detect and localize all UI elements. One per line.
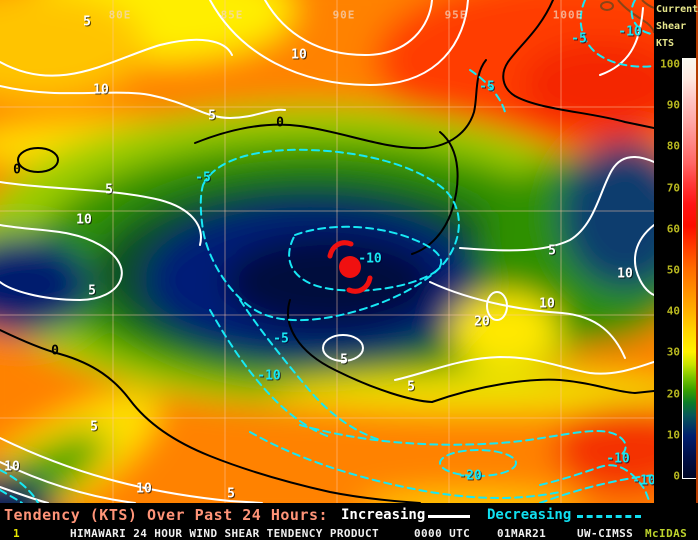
contour-label: 20 (474, 316, 490, 329)
shear-tendency-map[interactable]: 80E 85E 90E 95E 100E 5 10 10 5 5 10 5 5 5 5 10 10 20 10 10… (0, 0, 654, 503)
longitude-label: 95E (445, 9, 468, 22)
contour-label: -5 (195, 172, 211, 185)
colorbar-tick: 80 (654, 140, 680, 153)
colorbar-tick: 20 (654, 387, 680, 400)
colorbar-tick: 70 (654, 181, 680, 194)
colorbar-tick: 40 (654, 305, 680, 318)
increasing-line-sample (428, 515, 470, 518)
colorbar-title-line1: Current (656, 4, 698, 15)
colorbar-tick: 90 (654, 99, 680, 112)
colorbar-tick: 10 (654, 428, 680, 441)
contour-label: -10 (257, 370, 280, 383)
contour-label: 0 (13, 164, 21, 177)
product-date: 01MAR21 (497, 527, 546, 540)
contour-label: 10 (93, 84, 109, 97)
mcidas-wind-shear-screen: 80E85E90E95E100E 51010551055551010201010… (0, 0, 698, 540)
decreasing-label: Decreasing (487, 507, 571, 523)
longitude-label: 90E (333, 9, 356, 22)
longitude-label: 85E (221, 9, 244, 22)
contour-label: 10 (4, 461, 20, 474)
contour-label: -10 (618, 26, 641, 39)
contour-label: 5 (83, 16, 91, 29)
colorbar-tick: 100 (654, 58, 680, 71)
legend-bar: Tendency (KTS) Over Past 24 Hours: Incre… (0, 503, 698, 525)
contour-label: 5 (340, 354, 348, 367)
contour-label: -20 (458, 470, 481, 483)
frame-number: 1 (13, 527, 20, 540)
product-time: 0000 UTC (414, 527, 470, 540)
contour-label: 5 (227, 488, 235, 501)
contour-label: -10 (606, 453, 629, 466)
contour-label: 10 (617, 268, 633, 281)
contour-label: -5 (273, 333, 289, 346)
contour-label: 10 (76, 214, 92, 227)
shear-colorbar (682, 58, 696, 479)
status-bar: 1 HIMAWARI 24 HOUR WIND SHEAR TENDENCY P… (0, 525, 698, 540)
contour-label: 5 (88, 285, 96, 298)
longitude-label: 80E (109, 9, 132, 22)
contour-label: 5 (548, 245, 556, 258)
colorbar-tick: 60 (654, 222, 680, 235)
contour-label: -10 (358, 253, 381, 266)
contour-label: 0 (51, 345, 59, 358)
colorbar-title-line2: Shear (656, 21, 686, 32)
contour-label: 5 (90, 421, 98, 434)
mcidas-label: McIDAS (645, 527, 687, 540)
colorbar-title-line3: KTS (656, 38, 674, 49)
tendency-label: Tendency (KTS) Over Past 24 Hours: (4, 506, 328, 524)
contour-label: 10 (291, 49, 307, 62)
contour-label: 10 (539, 298, 555, 311)
product-source: UW-CIMSS (577, 527, 633, 540)
product-title: HIMAWARI 24 HOUR WIND SHEAR TENDENCY PRO… (70, 527, 379, 540)
colorbar-tick: 0 (654, 470, 680, 483)
longitude-label: 100E (553, 9, 584, 22)
increasing-label: Increasing (341, 507, 425, 523)
contour-label: 5 (105, 184, 113, 197)
colorbar-panel: Current Shear KTS 1009080706050403020100 (654, 0, 698, 503)
contour-label: 0 (276, 117, 284, 130)
colorbar-tick: 30 (654, 346, 680, 359)
decreasing-line-sample (577, 515, 641, 518)
colorbar-tick: 50 (654, 264, 680, 277)
contour-label: 5 (407, 381, 415, 394)
contour-label: 10 (136, 483, 152, 496)
contour-label: 5 (208, 110, 216, 123)
contour-label: -5 (479, 81, 495, 94)
contour-label: -10 (632, 475, 654, 488)
contour-label: -5 (571, 33, 587, 46)
